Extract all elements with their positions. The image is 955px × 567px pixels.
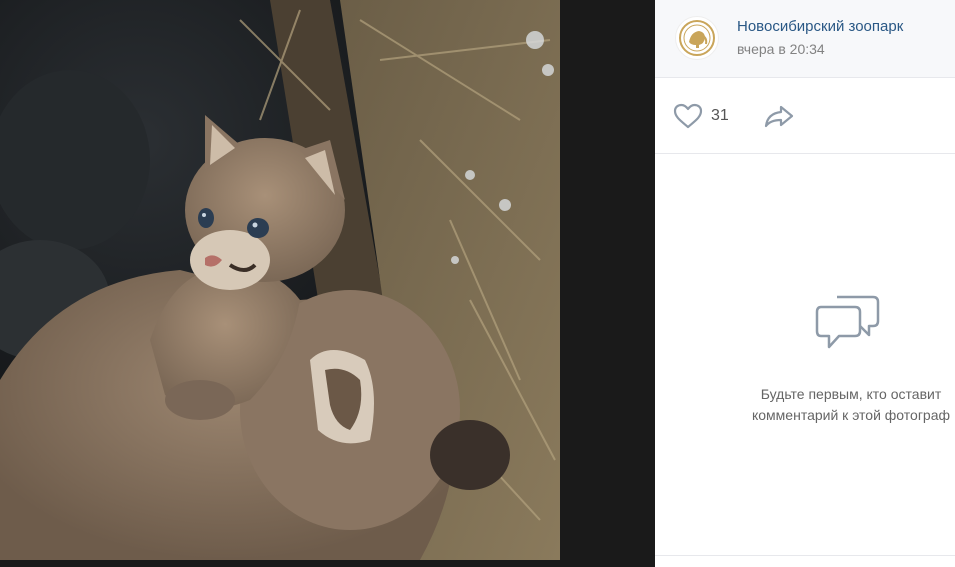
photo[interactable] <box>0 0 560 560</box>
viewer-gutter <box>560 0 655 567</box>
comments-empty-state: Будьте первым, кто оставит комментарий к… <box>655 155 955 555</box>
author-avatar[interactable] <box>675 16 719 60</box>
comments-empty-line-1: Будьте первым, кто оставит <box>760 386 942 402</box>
share-icon <box>764 105 794 128</box>
like-count: 31 <box>711 107 729 124</box>
post-date[interactable]: вчера в 20:34 <box>737 41 825 57</box>
comments-empty-text: Будьте первым, кто оставит комментарий к… <box>721 384 955 426</box>
comments-empty-line-2: комментарий к этой фотограф <box>751 407 951 423</box>
like-button[interactable]: 31 <box>673 102 729 130</box>
heart-icon <box>673 103 703 129</box>
zoo-logo-icon <box>679 20 715 56</box>
post-actions: 31 <box>655 78 955 154</box>
cougar-photo-illustration <box>0 0 560 560</box>
panel-divider <box>655 555 955 556</box>
comments-icon <box>815 295 880 349</box>
post-side-panel: Новосибирский зоопарк вчера в 20:34 31 Б… <box>655 0 955 567</box>
photo-viewer <box>0 0 655 567</box>
author-name-link[interactable]: Новосибирский зоопарк <box>737 18 903 35</box>
post-header: Новосибирский зоопарк вчера в 20:34 <box>655 0 955 78</box>
share-button[interactable] <box>763 102 795 130</box>
viewer-bottom-bar <box>0 560 560 567</box>
